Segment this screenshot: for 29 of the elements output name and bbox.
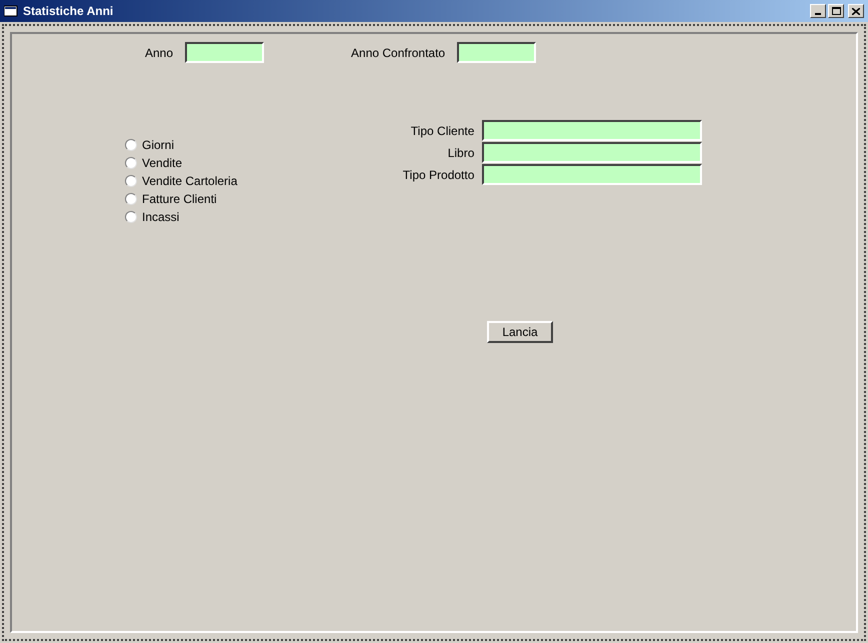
maximize-icon [832, 7, 840, 15]
radio-label: Giorni [142, 137, 174, 154]
launch-button[interactable]: Lancia [487, 321, 553, 343]
radio-label: Incassi [142, 209, 180, 226]
radio-label: Vendite [142, 155, 182, 172]
filter-field[interactable] [482, 120, 702, 141]
window-title: Statistiche Anni [23, 3, 114, 20]
radio-button[interactable] [125, 211, 137, 223]
close-button[interactable] [848, 4, 864, 18]
year-field[interactable] [457, 42, 536, 63]
minimize-button[interactable] [810, 4, 826, 18]
field-label: Anno [145, 44, 174, 62]
filter-field[interactable] [482, 164, 702, 185]
radio-button[interactable] [125, 157, 137, 169]
year-field[interactable] [185, 42, 264, 63]
filter-field[interactable] [482, 142, 702, 163]
minimize-icon [815, 13, 821, 15]
radio-button[interactable] [125, 175, 137, 187]
field-label: Libro [446, 144, 476, 162]
field-label: Anno Confrontato [351, 44, 446, 62]
field-label: Tipo Cliente [410, 122, 476, 140]
radio-label: Vendite Cartoleria [142, 173, 238, 190]
field-label: Tipo Prodotto [402, 166, 476, 184]
close-icon [852, 8, 860, 14]
radio-button[interactable] [125, 139, 137, 151]
radio-button[interactable] [125, 193, 137, 205]
window-icon [4, 5, 18, 17]
radio-label: Fatture Clienti [142, 191, 217, 208]
maximize-button[interactable] [828, 4, 844, 18]
